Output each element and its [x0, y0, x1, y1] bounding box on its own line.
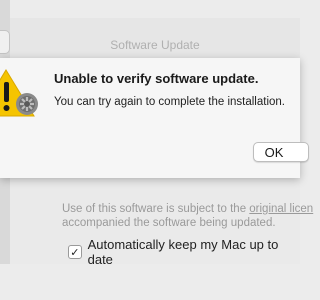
auto-update-row[interactable]: ✓ Automatically keep my Mac up to date — [68, 237, 300, 267]
alert-title: Unable to verify software update. — [54, 71, 259, 86]
license-link[interactable]: original licen — [249, 203, 313, 215]
auto-update-checkbox[interactable]: ✓ — [68, 245, 82, 259]
window-bottom-band — [0, 264, 300, 300]
alert-sheet: Unable to verify software update. You ca… — [0, 58, 309, 178]
license-line-2: accompanied the software being updated. — [62, 217, 276, 229]
license-text: Use of this software is subject to the o… — [62, 202, 313, 230]
ok-button[interactable]: OK — [253, 142, 309, 162]
window-title: Software Update — [110, 38, 200, 52]
background-button — [0, 30, 10, 54]
license-prefix: Use of this software is subject to the — [62, 203, 250, 215]
checkmark-icon: ✓ — [70, 246, 80, 259]
alert-message: You can try again to complete the instal… — [54, 96, 285, 108]
warning-gear-icon — [0, 69, 38, 117]
auto-update-label[interactable]: Automatically keep my Mac up to date — [88, 237, 300, 267]
